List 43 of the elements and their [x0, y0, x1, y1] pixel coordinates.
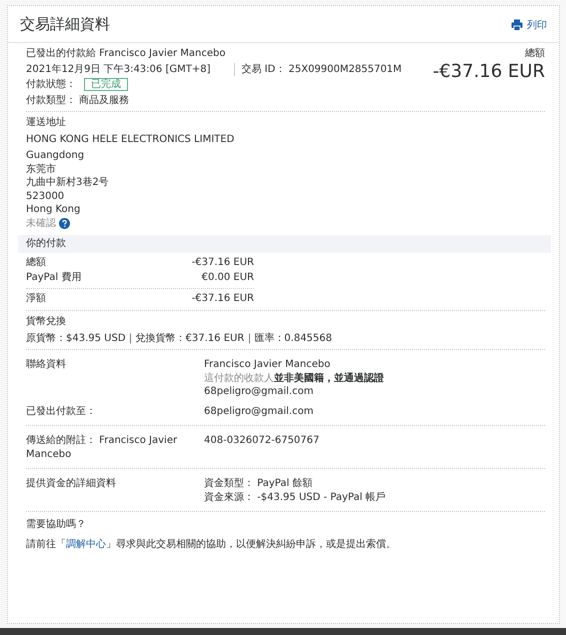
- detail-value: 資金類型： PayPal 餘額: [204, 477, 314, 490]
- payment-value: €0.00 EUR: [202, 271, 254, 284]
- transaction-id: 交易 ID： 25X09900M2855701M: [234, 62, 402, 76]
- payment-label: PayPal 費用: [26, 271, 82, 284]
- recipient-text: 已發出的付款給 Francisco Javier Mancebo: [26, 47, 226, 60]
- print-link[interactable]: 列印: [511, 18, 547, 32]
- detail-label: 聯絡資料: [26, 358, 67, 372]
- help-text: 請前往「調解中心」尋求與此交易相關的協助，以便解決糾紛申訴，或是提出索償。: [26, 538, 397, 551]
- detail-label: 傳送給的附註： Francisco Javier Mancebo: [26, 434, 178, 461]
- address-line: Guangdong: [26, 149, 86, 162]
- help-icon[interactable]: [59, 218, 70, 229]
- help-heading: 需要協助嗎？: [26, 518, 87, 532]
- status-label: 付款狀態：: [26, 78, 76, 92]
- resolution-center-link[interactable]: 調解中心: [66, 538, 106, 550]
- payment-type: 付款類型： 商品及服務: [26, 94, 130, 107]
- detail-label: 提供資金的詳細資料: [26, 477, 117, 491]
- address-line: 523000: [26, 190, 66, 203]
- payment-value: -€37.16 EUR: [192, 292, 254, 305]
- payment-label: 總額: [26, 256, 46, 269]
- total-label: 總額: [525, 47, 545, 60]
- conversion-text: 原貨幣：$43.95 USD｜兌換貨幣：€37.16 EUR｜匯率：0.845568: [26, 332, 334, 345]
- page-title: 交易詳細資料: [20, 15, 110, 34]
- total-amount: -€37.16 EUR: [432, 60, 545, 82]
- section-heading: 貨幣兌換: [26, 315, 67, 328]
- address-line: 九曲中新村3巷2号: [26, 176, 110, 190]
- address-line: Hong Kong: [26, 203, 82, 216]
- detail-value: 這付款的收款人並非美國籍，並通過認證: [204, 372, 384, 385]
- detail-label: 已發出付款至：: [26, 404, 97, 418]
- section-heading: 你的付款: [26, 237, 67, 250]
- printer-icon: [511, 18, 523, 30]
- detail-value: 68peligro@gmail.com: [204, 385, 314, 398]
- detail-value: 408-0326072-6750767: [204, 434, 320, 448]
- address-line: 东莞市: [26, 162, 57, 176]
- date-text: 2021年12月9日 下午3:43:06 [GMT+8]: [26, 62, 210, 76]
- recipient-company: HONG KONG HELE ELECTRONICS LIMITED: [26, 132, 236, 146]
- status-badge: 已完成: [84, 78, 128, 92]
- payment-label: 淨額: [26, 292, 46, 305]
- payment-value: -€37.16 EUR: [192, 256, 254, 269]
- unconfirmed-text: 未確認: [26, 216, 56, 230]
- section-heading: 運送地址: [26, 116, 67, 130]
- detail-value: Francisco Javier Mancebo: [204, 358, 332, 372]
- detail-value: 資金來源： -$43.95 USD - PayPal 帳戶: [204, 490, 386, 504]
- detail-value: 68peligro@gmail.com: [204, 404, 314, 418]
